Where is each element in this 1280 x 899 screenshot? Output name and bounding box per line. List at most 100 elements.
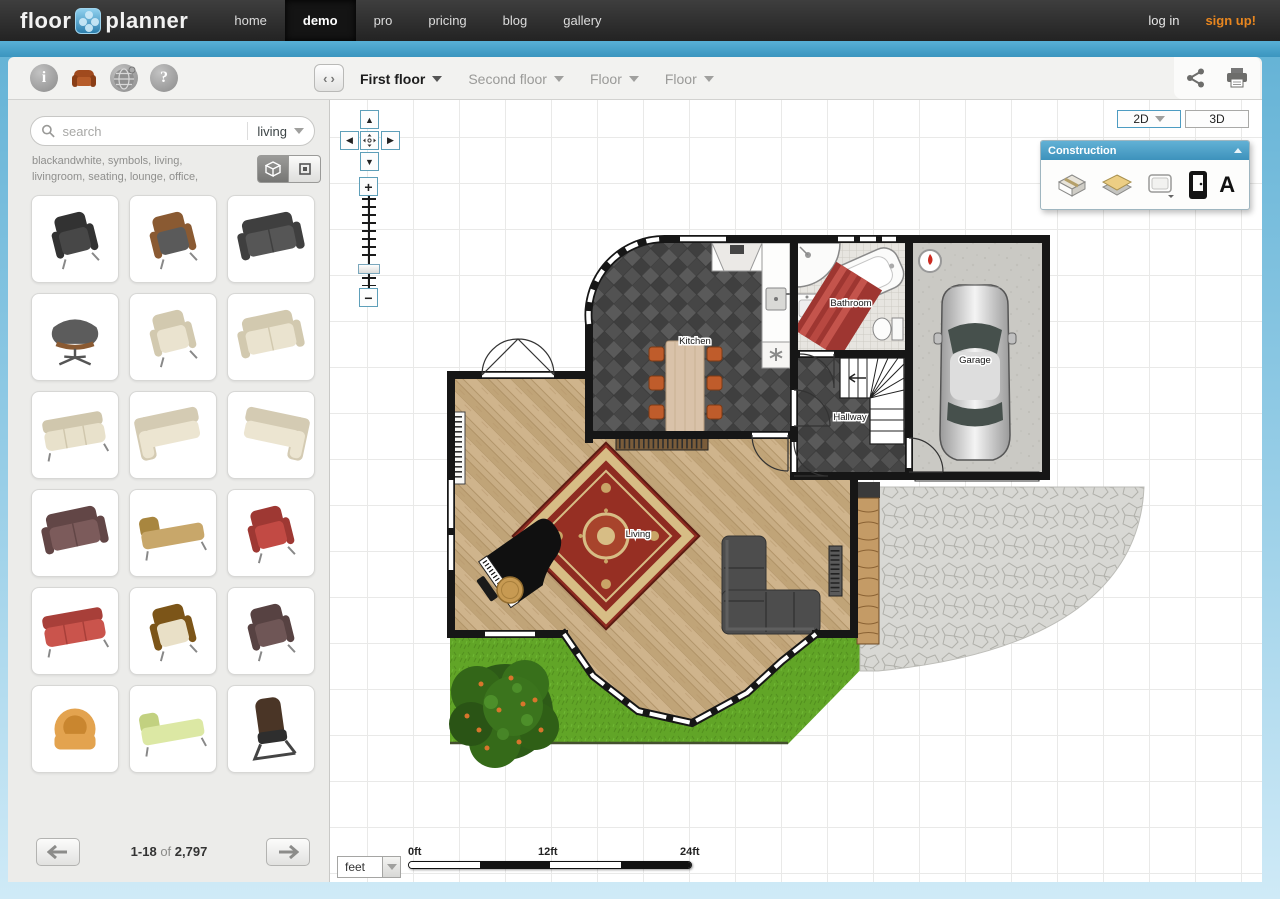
furniture-item-corner-sofa-left[interactable] (129, 391, 217, 479)
cube-icon (265, 161, 281, 177)
furniture-item-barcelona-chair[interactable] (31, 195, 119, 283)
zoom-slider-track[interactable] (362, 198, 376, 262)
add-text-tool[interactable]: A (1219, 172, 1235, 198)
scale-bar: feet 0ft 12ft 24ft (337, 846, 717, 882)
floorplan-drawing[interactable]: Kitchen Bathroom Garage Hallway Living (430, 230, 1155, 790)
furniture-item-cream-sofa[interactable] (227, 293, 315, 381)
furniture-item-brown-armchair[interactable] (227, 587, 315, 675)
info-icon[interactable]: i (30, 64, 58, 92)
furniture-item-lounge-ottoman[interactable] (31, 293, 119, 381)
furniture-item-corner-sofa-right[interactable] (227, 391, 315, 479)
tab-floor-4[interactable]: Floor (665, 71, 714, 87)
furniture-item-red-armchair[interactable] (227, 489, 315, 577)
logo-text-floor: floor (20, 8, 71, 34)
nav-item-gallery[interactable]: gallery (545, 0, 619, 41)
construction-panel-header[interactable]: Construction (1041, 141, 1249, 160)
room-label-bathroom: Bathroom (830, 298, 871, 309)
nav-item-blog[interactable]: blog (485, 0, 546, 41)
pan-left-button[interactable]: ◀ (340, 131, 359, 150)
armchair-icon (70, 64, 98, 92)
blue-accent-strip (0, 41, 1280, 57)
zoom-in-button[interactable]: + (359, 177, 378, 196)
radiator (829, 546, 842, 596)
floorplanner-flower-icon (75, 8, 101, 34)
next-page-button[interactable] (266, 838, 310, 866)
floorplan-canvas[interactable]: ▲ ◀ ▶ ▼ + − 2D 3D Construction (330, 100, 1262, 882)
print-icon[interactable] (1225, 67, 1249, 89)
unit-dropdown-arrow[interactable] (383, 856, 401, 878)
furniture-item-tan-chaise[interactable] (129, 489, 217, 577)
view-2d-button[interactable]: 2D (1117, 110, 1181, 128)
car (934, 285, 1016, 460)
chevron-down-icon (387, 864, 397, 870)
pan-right-button[interactable]: ▶ (381, 131, 400, 150)
tab-first-floor[interactable]: First floor (360, 71, 442, 87)
search-icon (41, 123, 55, 139)
signup-link[interactable]: sign up! (1201, 13, 1280, 28)
floor-surface-icon (1100, 172, 1134, 198)
chevron-down-icon (704, 76, 714, 82)
nav-item-pro[interactable]: pro (356, 0, 411, 41)
furniture-item-cream-long-sofa[interactable] (31, 391, 119, 479)
furniture-item-mauve-sofa[interactable] (31, 489, 119, 577)
tag-list[interactable]: blackandwhite, symbols, living, livingro… (32, 154, 244, 186)
chevron-down-icon (432, 76, 442, 82)
tab-second-floor[interactable]: Second floor (468, 71, 564, 87)
toolbar-header: i ? ‹› First floor Second floor Floor Fl… (8, 57, 1262, 100)
furniture-item-cream-armchair[interactable] (129, 293, 217, 381)
furniture-category-icon[interactable] (70, 64, 98, 92)
draw-surface-tool[interactable] (1100, 172, 1134, 198)
stone-patio[interactable] (860, 487, 1144, 671)
category-dropdown[interactable]: living (257, 124, 304, 139)
draw-walls-tool[interactable] (1055, 170, 1089, 200)
arrow-right-icon (277, 845, 299, 859)
side-table (497, 577, 523, 603)
furniture-item-orange-tub-chair[interactable] (31, 685, 119, 773)
nav-item-demo[interactable]: demo (285, 0, 356, 41)
pan-center-button[interactable] (360, 131, 379, 150)
globe-settings-icon[interactable] (110, 64, 138, 92)
floor-tabs: First floor Second floor Floor Floor (360, 57, 714, 100)
view-2d-toggle[interactable] (289, 155, 321, 183)
floorplanner-logo[interactable]: floor planner (20, 8, 188, 34)
share-icon[interactable] (1185, 67, 1207, 89)
place-door-tool[interactable] (1188, 170, 1208, 200)
pan-down-button[interactable]: ▼ (360, 152, 379, 171)
search-box: living (30, 116, 315, 146)
furniture-item-wood-frame-armchair[interactable] (129, 587, 217, 675)
nav-item-pricing[interactable]: pricing (410, 0, 484, 41)
view-3d-toggle[interactable] (257, 155, 289, 183)
tab-floor-3[interactable]: Floor (590, 71, 639, 87)
furniture-item-green-chaise[interactable] (129, 685, 217, 773)
zoom-out-button[interactable]: − (359, 288, 378, 307)
furniture-grid (31, 195, 315, 773)
nav-item-home[interactable]: home (216, 0, 285, 41)
tree[interactable] (449, 660, 559, 768)
furniture-item-red-sofa[interactable] (31, 587, 119, 675)
construction-panel: Construction (1040, 140, 1250, 210)
collapse-up-icon (1234, 148, 1242, 153)
zoom-slider-handle[interactable] (358, 264, 380, 274)
chevron-down-icon (1155, 116, 1165, 122)
main-nav: home demo pro pricing blog gallery (216, 0, 619, 41)
chevron-down-icon (629, 76, 639, 82)
pan-up-button[interactable]: ▲ (360, 110, 379, 129)
furniture-item-daybed-sofa[interactable] (227, 195, 315, 283)
help-icon[interactable]: ? (150, 64, 178, 92)
flat-square-icon (298, 162, 312, 176)
door-icon (1188, 170, 1208, 200)
furniture-item-lounge-chair[interactable] (129, 195, 217, 283)
furniture-item-highback-chair[interactable] (227, 685, 315, 773)
login-link[interactable]: log in (1126, 13, 1201, 28)
chevron-down-icon (294, 128, 304, 134)
room-label-kitchen: Kitchen (679, 336, 711, 347)
firewood-stack (857, 498, 879, 644)
place-window-tool[interactable] (1146, 171, 1176, 199)
room-label-hallway: Hallway (833, 412, 867, 423)
view-3d-button[interactable]: 3D (1185, 110, 1249, 128)
window-icon (1146, 171, 1176, 199)
unit-dropdown[interactable]: feet (337, 856, 383, 878)
search-input[interactable] (62, 124, 238, 139)
sidebar-collapse-button[interactable]: ‹› (314, 64, 344, 92)
thumbnail-view-toggle (257, 155, 321, 183)
